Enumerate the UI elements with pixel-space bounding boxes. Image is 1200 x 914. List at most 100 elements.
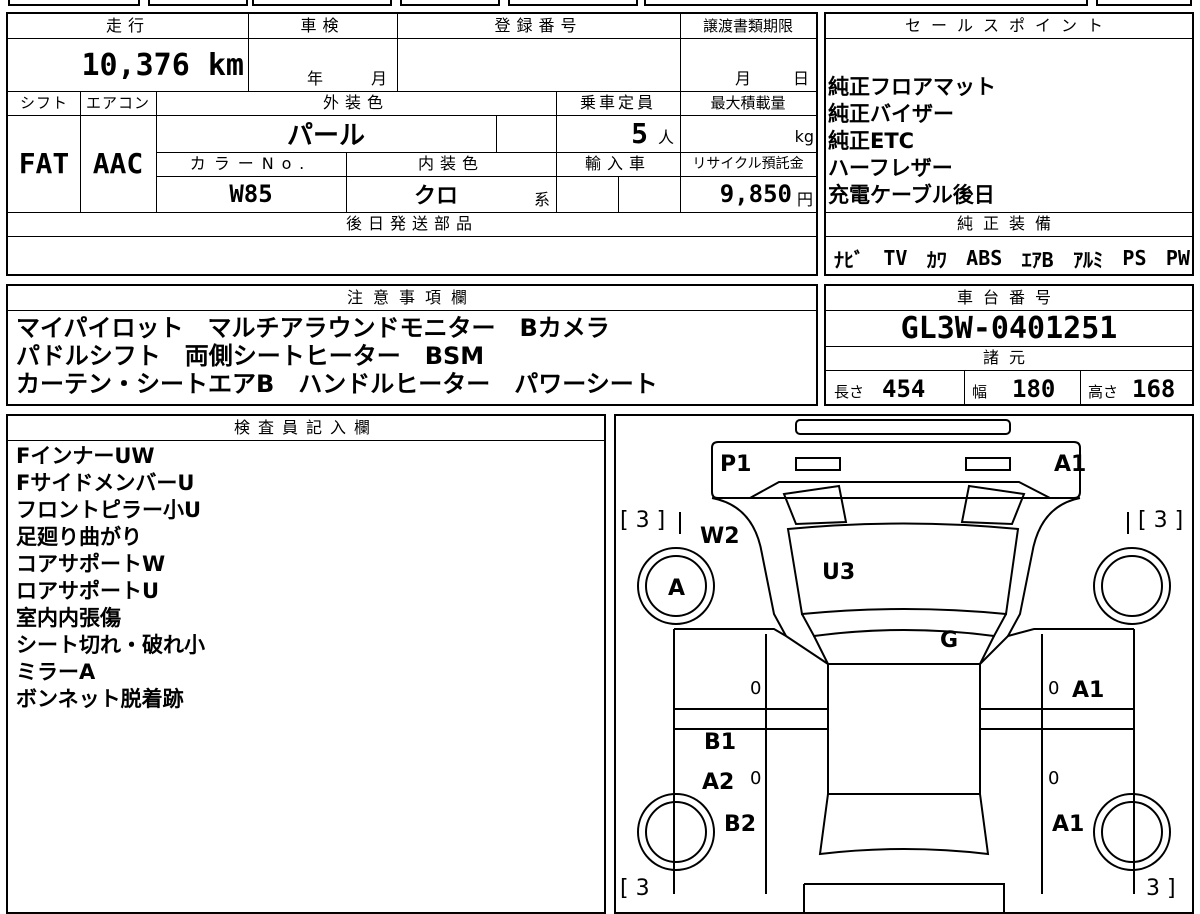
damage-a1-front: A1 <box>1054 452 1087 477</box>
height-label: 高さ <box>1088 382 1119 401</box>
shift-label: シフト <box>19 94 68 112</box>
inspection-year: 年 <box>306 69 323 88</box>
tread-front-left: [ 3 ] <box>620 508 666 533</box>
registration-label: 登録番号 <box>494 16 583 35</box>
mark-zero: 0 <box>1048 678 1060 699</box>
equipment-item: ﾅﾋﾞ <box>834 247 864 272</box>
equipment-item: PS <box>1122 246 1147 270</box>
notes-title: 注意事項欄 <box>346 288 477 307</box>
equipment-item: ｶﾜ <box>926 247 947 272</box>
max-load-unit: kg <box>794 126 814 146</box>
sales-point-item: 純正バイザー <box>828 102 954 126</box>
color-no-label: カラーNo. <box>189 154 313 173</box>
sales-point-item: 純正ETC <box>828 129 915 153</box>
transfer-label: 譲渡書類期限 <box>702 17 793 35</box>
width-value: 180 <box>1012 375 1056 403</box>
vehicle-info-box: 走行 車検 登録番号 譲渡書類期限 10,376 km 年 月 月 日 シフト … <box>6 12 818 276</box>
interior-color-label: 内装色 <box>417 154 484 173</box>
inspector-line: FインナーUW <box>16 444 155 468</box>
height-value: 168 <box>1132 375 1176 403</box>
mark-zero: 0 <box>750 768 762 789</box>
damage-g: G <box>940 628 959 653</box>
exterior-color-label: 外装色 <box>322 93 389 112</box>
interior-suffix: 系 <box>533 190 550 209</box>
car-outline-diagram <box>637 419 1171 912</box>
recycle-fee-value: 9,850 <box>719 180 792 208</box>
inspector-line: フロントピラー小U <box>16 498 202 522</box>
recycle-label: リサイクル預託金 <box>692 156 804 172</box>
color-no-value: W85 <box>229 180 273 208</box>
inspector-line: ロアサポートU <box>16 579 160 603</box>
chassis-number: GL3W-0401251 <box>900 310 1118 346</box>
notes-lines: マイパイロット マルチアラウンドモニター Bカメラ パドルシフト 両側シートヒー… <box>16 314 658 398</box>
damage-a1-rear: A1 <box>1052 812 1085 837</box>
chassis-title: 車台番号 <box>956 288 1061 307</box>
aircon-label: エアコン <box>85 94 150 112</box>
inspector-line: 足廻り曲がり <box>16 525 142 549</box>
sales-point-item: ハーフレザー <box>828 156 953 180</box>
length-label: 長さ <box>834 382 865 401</box>
inspector-lines: FインナーUW FサイドメンバーU フロントピラー小U 足廻り曲がり コアサポー… <box>16 443 205 713</box>
length-value: 454 <box>882 375 926 403</box>
capacity-value: 5 <box>631 117 648 150</box>
tread-rear-left: [ 3 <box>620 876 650 901</box>
shift-value: FAT <box>18 147 70 180</box>
inspector-line: ボンネット脱着跡 <box>16 687 184 711</box>
aircon-value: AAC <box>92 147 144 180</box>
damage-a1-right: A1 <box>1072 678 1105 703</box>
mark-zero: 0 <box>1048 768 1060 789</box>
sales-point-item: 純正フロアマット <box>828 75 996 99</box>
equipment-item: ABS <box>966 246 1003 270</box>
chassis-box: 車台番号 GL3W-0401251 諸元 長さ 454 幅 180 高さ 168 <box>824 284 1194 406</box>
inspector-line: コアサポートW <box>16 552 166 576</box>
top-strip <box>0 0 1200 8</box>
later-parts-label: 後日発送部品 <box>345 214 478 233</box>
interior-color-value: クロ <box>413 184 458 209</box>
equipment-item: ｱﾙﾐ <box>1073 247 1104 272</box>
mark-zero: 0 <box>750 678 762 699</box>
damage-a-wheel: A <box>668 576 686 601</box>
note-line: パドルシフト 両側シートヒーター BSM <box>16 342 485 370</box>
damage-b1: B1 <box>704 730 737 755</box>
exterior-color-value: パール <box>286 121 365 151</box>
genuine-equipment-list: ﾅﾋﾞ TV ｶﾜ ABS ｴｱB ｱﾙﾐ PS PW <box>834 242 1190 274</box>
recycle-unit: 円 <box>796 190 813 209</box>
note-line: カーテン・シートエアB ハンドルヒーター パワーシート <box>16 370 658 398</box>
equipment-item: PW <box>1165 246 1190 270</box>
width-label: 幅 <box>972 382 988 401</box>
max-load-label: 最大積載量 <box>710 94 786 112</box>
sales-points-title: セールスポイント <box>904 16 1113 35</box>
inspection-label: 車検 <box>300 16 345 35</box>
mileage-label: 走行 <box>105 16 150 35</box>
inspection-month: 月 <box>370 69 387 88</box>
capacity-unit: 人 <box>657 128 674 147</box>
inspector-line: 室内内張傷 <box>16 606 121 630</box>
tread-front-right: [ 3 ] <box>1138 508 1184 533</box>
note-line: マイパイロット マルチアラウンドモニター Bカメラ <box>16 314 610 342</box>
inspector-line: シート切れ・破れ小 <box>16 633 205 657</box>
sales-points-box: セールスポイント 純正フロアマット 純正バイザー 純正ETC ハーフレザー 充電… <box>824 12 1194 276</box>
damage-u3: U3 <box>822 560 856 585</box>
damage-a2: A2 <box>702 770 735 795</box>
transfer-day: 日 <box>792 69 809 88</box>
damage-w2: W2 <box>700 524 740 549</box>
sales-points-list: 純正フロアマット 純正バイザー 純正ETC ハーフレザー 充電ケーブル後日 <box>828 74 996 209</box>
equipment-item: TV <box>883 246 908 270</box>
import-label: 輸入車 <box>584 154 651 173</box>
sales-point-item: 充電ケーブル後日 <box>828 183 995 207</box>
damage-b2: B2 <box>724 812 757 837</box>
tread-rear-right: 3 ] <box>1146 876 1176 901</box>
damage-p1: P1 <box>720 452 752 477</box>
inspector-box: 検査員記入欄 FインナーUW FサイドメンバーU フロントピラー小U 足廻り曲が… <box>6 414 606 914</box>
notes-box: 注意事項欄 マイパイロット マルチアラウンドモニター Bカメラ パドルシフト 両… <box>6 284 818 406</box>
inspector-line: ミラーA <box>16 660 96 684</box>
inspector-title: 検査員記入欄 <box>233 418 378 437</box>
inspector-line: FサイドメンバーU <box>16 471 195 495</box>
specs-title: 諸元 <box>982 348 1035 367</box>
capacity-label: 乗車定員 <box>579 93 656 112</box>
mileage-value: 10,376 km <box>81 47 244 83</box>
transfer-month: 月 <box>734 69 751 88</box>
genuine-equipment-title: 純正装備 <box>956 214 1061 233</box>
car-diagram-box: [ 3 ] [ 3 ] [ 3 3 ] P1 A1 W2 U3 A G A1 B… <box>614 414 1194 914</box>
equipment-item: ｴｱB <box>1021 247 1054 272</box>
